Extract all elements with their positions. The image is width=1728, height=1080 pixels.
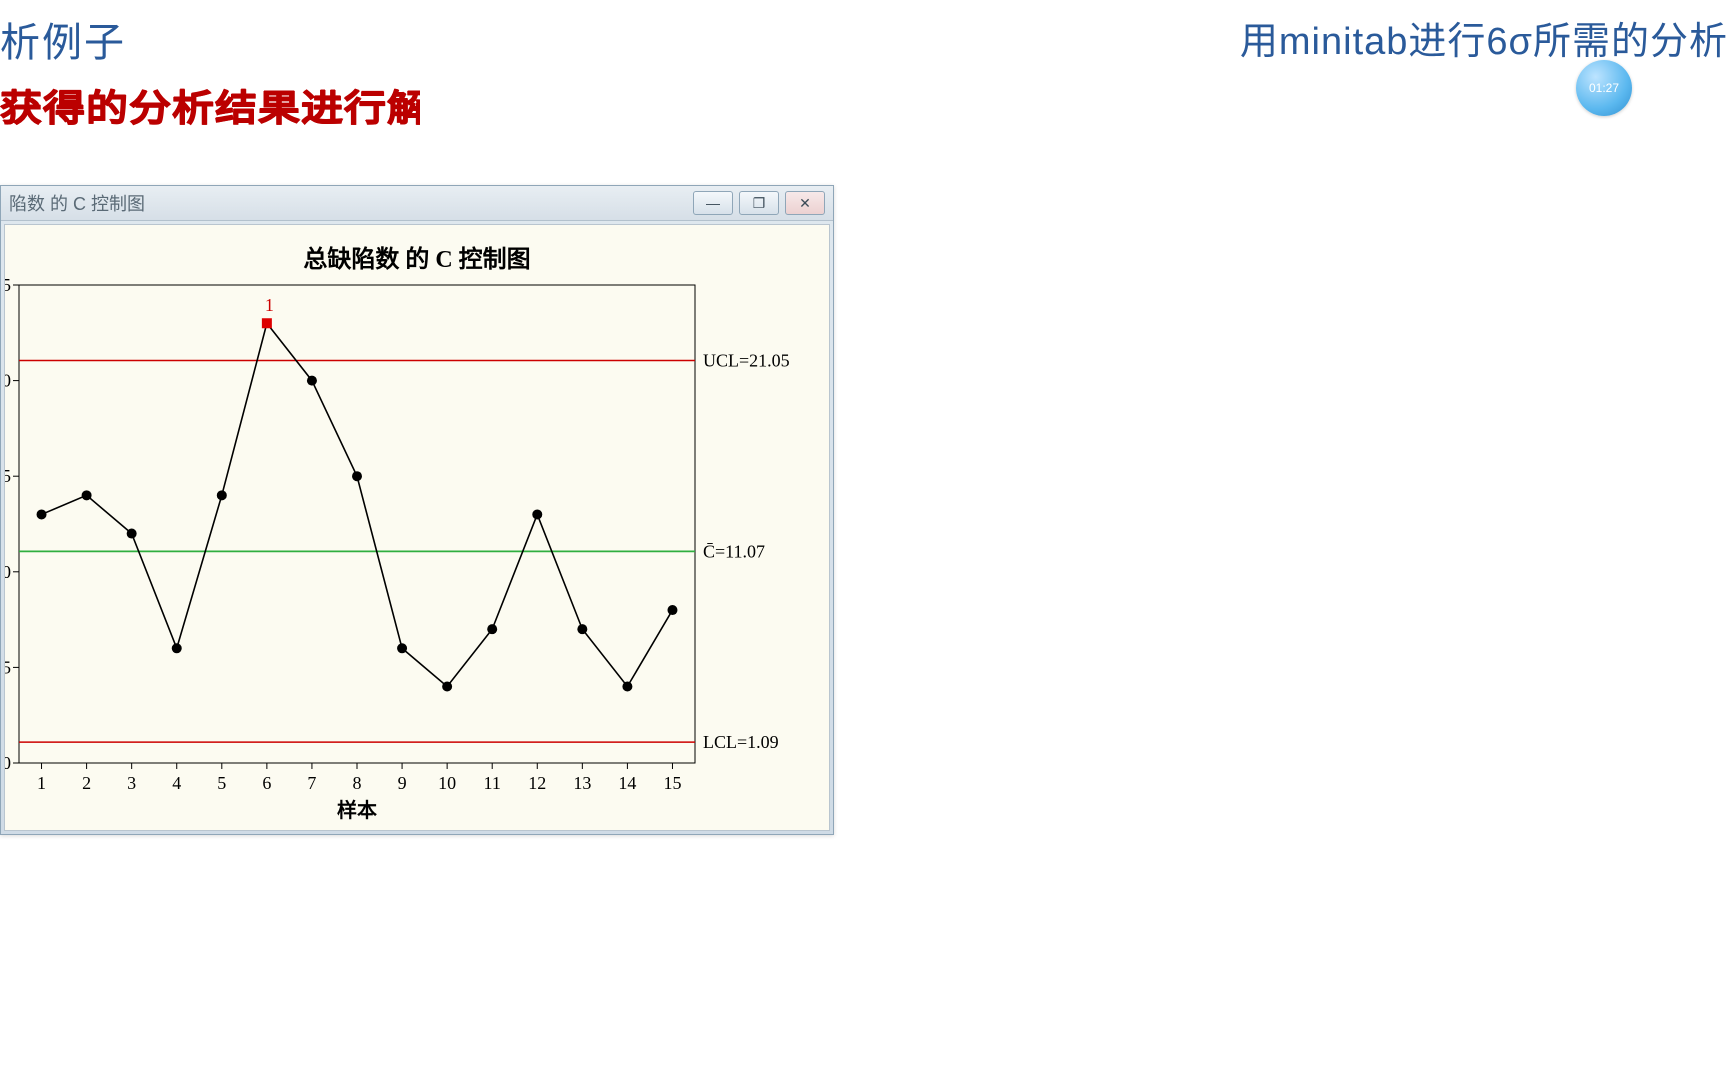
- data-point: [37, 509, 47, 519]
- data-point: [397, 643, 407, 653]
- x-tick-label: 7: [307, 773, 316, 793]
- data-point: [487, 624, 497, 634]
- x-tick-label: 4: [172, 773, 181, 793]
- data-point: [217, 490, 227, 500]
- x-axis-label: 样本: [337, 798, 377, 822]
- data-point: [172, 643, 182, 653]
- x-tick-label: 8: [353, 773, 362, 793]
- x-tick-label: 14: [618, 773, 636, 793]
- y-tick-label: 5: [5, 466, 11, 486]
- window-buttons: — ❐ ✕: [693, 191, 825, 215]
- c-chart: 050505123456789101112131415样本UCL=21.05C̄…: [5, 225, 829, 827]
- y-tick-label: 0: [5, 562, 11, 582]
- page-title-left: 析例子: [0, 10, 126, 68]
- distorted-text: 获得的分析结果进行解释: [0, 80, 420, 132]
- y-tick-label: 0: [5, 753, 11, 773]
- lcl-label: LCL=1.09: [703, 732, 779, 752]
- data-point: [622, 682, 632, 692]
- data-point: [532, 509, 542, 519]
- x-tick-label: 9: [398, 773, 407, 793]
- data-point: [667, 605, 677, 615]
- x-tick-label: 1: [37, 773, 46, 793]
- window-title: 陷数 的 C 控制图: [9, 190, 693, 216]
- data-point: [307, 376, 317, 386]
- x-tick-label: 11: [484, 773, 501, 793]
- x-tick-label: 12: [528, 773, 546, 793]
- window-minimize-button[interactable]: —: [693, 191, 733, 215]
- clock-widget: 01:27: [1576, 60, 1632, 116]
- data-point: [577, 624, 587, 634]
- data-point: [442, 682, 452, 692]
- outlier-label: 1: [265, 295, 274, 315]
- y-tick-label: 5: [5, 657, 11, 677]
- x-tick-label: 5: [217, 773, 226, 793]
- x-tick-label: 3: [127, 773, 136, 793]
- data-series: [42, 323, 673, 686]
- x-tick-label: 15: [663, 773, 681, 793]
- x-tick-label: 2: [82, 773, 91, 793]
- page-title-right: 用minitab进行6σ所需的分析: [1240, 10, 1728, 65]
- cbar-label: C̄=11.07: [703, 541, 765, 561]
- x-tick-label: 13: [573, 773, 591, 793]
- chart-window: 陷数 的 C 控制图 — ❐ ✕ 总缺陷数 的 C 控制图 0505051234…: [0, 185, 834, 835]
- y-tick-label: 5: [5, 275, 11, 295]
- plot-area: 总缺陷数 的 C 控制图 050505123456789101112131415…: [4, 224, 830, 831]
- x-tick-label: 6: [262, 773, 271, 793]
- data-point: [352, 471, 362, 481]
- data-point: [82, 490, 92, 500]
- window-titlebar[interactable]: 陷数 的 C 控制图 — ❐ ✕: [1, 186, 833, 221]
- data-point: [127, 529, 137, 539]
- y-tick-label: 0: [5, 371, 11, 391]
- window-maximize-button[interactable]: ❐: [739, 191, 779, 215]
- window-close-button[interactable]: ✕: [785, 191, 825, 215]
- data-point-outlier: [262, 318, 272, 328]
- ucl-label: UCL=21.05: [703, 351, 790, 371]
- x-tick-label: 10: [438, 773, 456, 793]
